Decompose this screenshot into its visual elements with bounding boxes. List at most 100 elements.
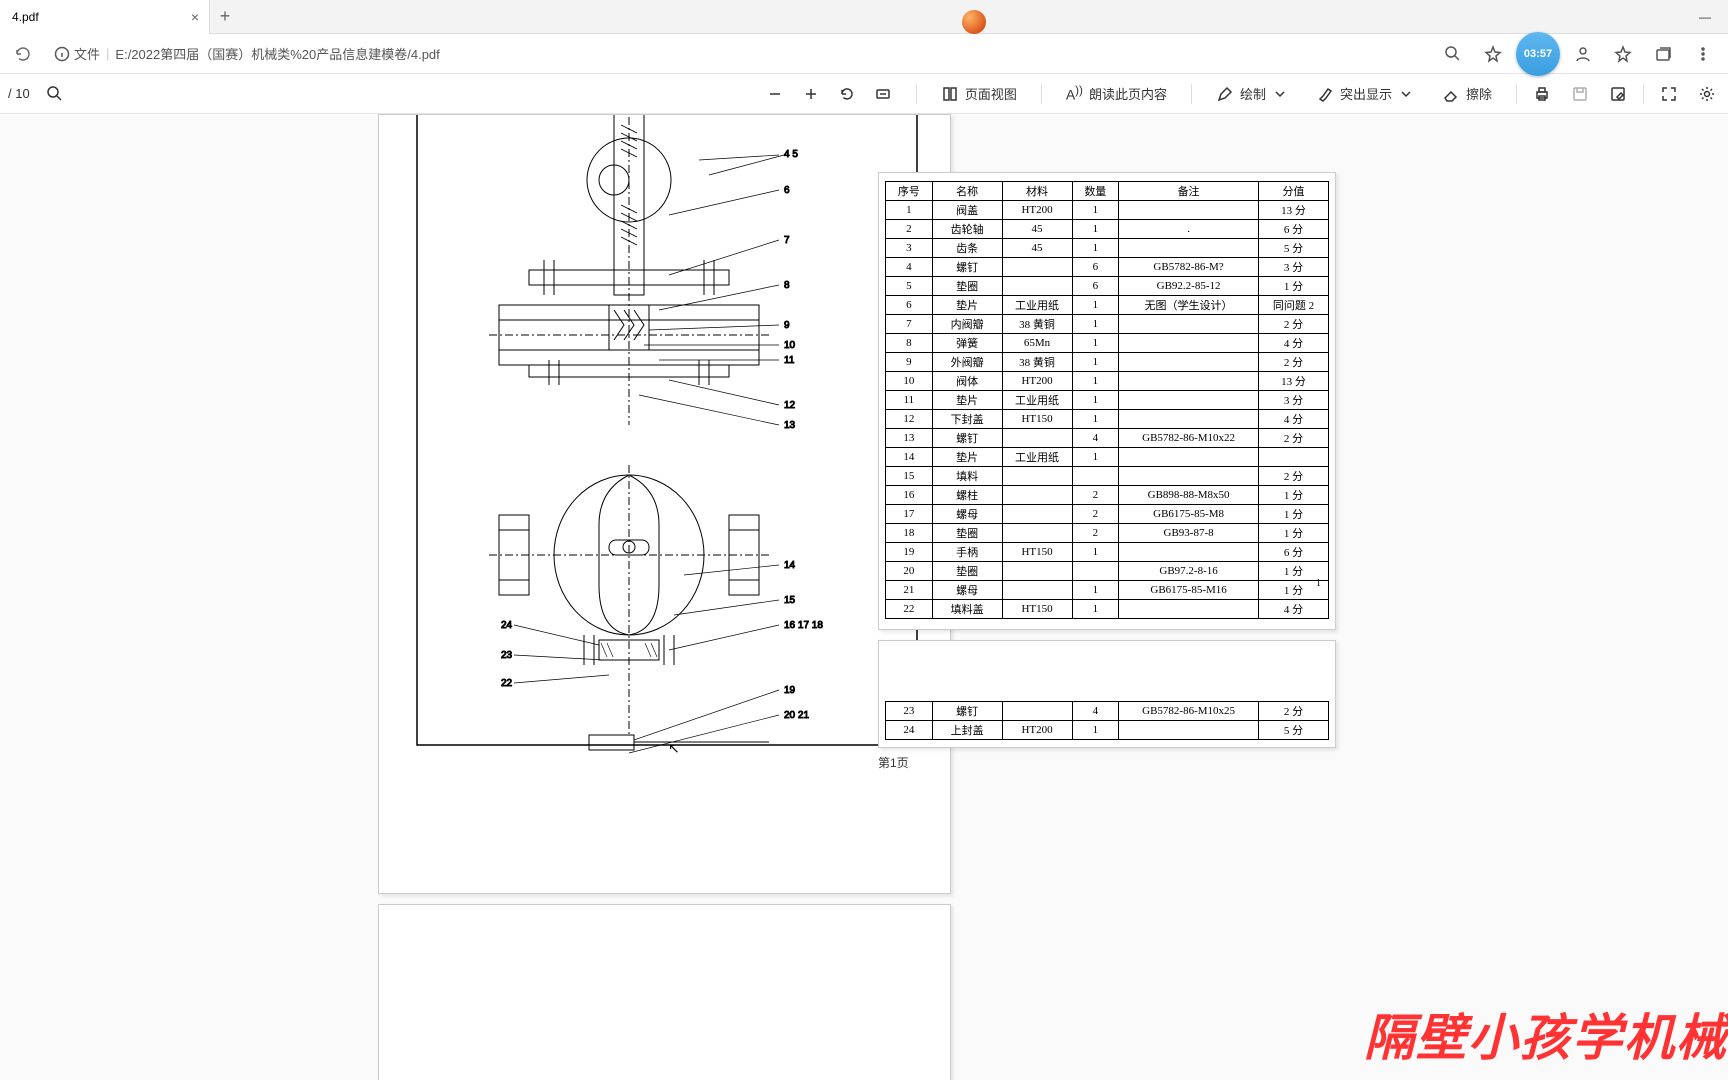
collections-button[interactable] [1646,37,1680,71]
page-label: 第1页 [878,754,909,771]
find-button[interactable] [42,74,68,114]
minus-icon [766,85,784,103]
person-icon [1574,45,1592,63]
table-row: 3齿条4515 分 [886,239,1329,258]
zoom-out-button[interactable] [762,74,788,114]
plus-icon [802,85,820,103]
refresh-icon [14,45,32,63]
table-row: 7内阀瓣38 黄铜12 分 [886,315,1329,334]
save-button[interactable] [1567,74,1593,114]
gear-icon [1698,85,1716,103]
svg-text:23: 23 [501,650,513,661]
draw-label: 绘制 [1240,84,1266,103]
address-bar: 文件 | E:/2022第四届（国赛）机械类%20产品信息建模卷/4.pdf 0… [0,34,1728,74]
erase-button[interactable]: 擦除 [1438,74,1496,114]
svg-text:7: 7 [784,235,790,246]
window-controls: — [1682,0,1728,34]
account-button[interactable] [1566,37,1600,71]
table-row: 20垫圈GB97.2-8-161 分 [886,562,1329,581]
table-row: 21螺母1GB6175-85-M161 分 [886,581,1329,600]
bom-header: 数量 [1072,182,1119,201]
url-label: 文件 [74,44,100,63]
pdf-toolbar: / 10 页面视图 A)) 朗读此页内容 绘制 突出显示 [0,74,1728,114]
favorites-button[interactable] [1606,37,1640,71]
cursor-icon: ↖ [668,740,680,757]
pdf-viewer[interactable]: 4 5 6 7 8 9 10 11 12 13 [0,114,1728,1080]
svg-text:19: 19 [784,685,796,696]
table-row: 2齿轮轴451.6 分 [886,220,1329,239]
svg-text:9: 9 [784,320,790,331]
bom-table: 序号名称材料数量备注分值 1阀盖HT200113 分2齿轮轴451.6 分3齿条… [885,181,1329,619]
tab-title: 4.pdf [12,10,39,24]
menu-button[interactable] [1686,37,1720,71]
browser-tab[interactable]: 4.pdf × [0,0,210,34]
rotate-icon [838,85,856,103]
table-row: 23螺钉4GB5782-86-M10x252 分 [886,702,1329,721]
page-view-button[interactable]: 页面视图 [937,74,1021,114]
fullscreen-button[interactable] [1656,74,1682,114]
minimize-button[interactable]: — [1682,0,1728,34]
draw-button[interactable]: 绘制 [1212,74,1292,114]
url-field[interactable]: 文件 | E:/2022第四届（国赛）机械类%20产品信息建模卷/4.pdf [44,38,1430,70]
clock-time: 03:57 [1524,48,1552,60]
bom-header: 序号 [886,182,933,201]
table-row: 8弹簧65Mn14 分 [886,334,1329,353]
svg-text:24: 24 [501,620,513,631]
dots-icon [1694,45,1712,63]
table-row: 5垫圈6GB92.2-85-121 分 [886,277,1329,296]
table-row: 14垫片工业用纸1 [886,448,1329,467]
table-row: 11垫片工业用纸13 分 [886,391,1329,410]
zoom-button[interactable] [1436,37,1470,71]
page-count: / 10 [8,86,30,101]
pdf-page-1: 4 5 6 7 8 9 10 11 12 13 [378,114,951,894]
search-icon [1444,45,1462,63]
bom-panel-2: 23螺钉4GB5782-86-M10x252 分24上封盖HT20015 分 [878,640,1336,748]
rotate-button[interactable] [834,74,860,114]
print-icon [1533,85,1551,103]
print-button[interactable] [1529,74,1555,114]
info-icon [54,46,70,62]
table-row: 9外阀瓣38 黄铜12 分 [886,353,1329,372]
table-row: 6垫片工业用纸1无图（学生设计）同问题 2 [886,296,1329,315]
table-row: 18垫圈2GB93-87-81 分 [886,524,1329,543]
fit-button[interactable] [870,74,896,114]
page-view-icon [941,85,959,103]
zoom-in-button[interactable] [798,74,824,114]
search-icon [46,85,64,103]
highlight-button[interactable]: 突出显示 [1312,74,1418,114]
favorite-button[interactable] [1476,37,1510,71]
highlighter-icon [1316,85,1334,103]
table-row: 10阀体HT200113 分 [886,372,1329,391]
bom-table-2: 23螺钉4GB5782-86-M10x252 分24上封盖HT20015 分 [885,701,1329,740]
new-tab-button[interactable]: + [210,6,240,27]
svg-text:20 21: 20 21 [784,710,809,721]
bom-header: 材料 [1002,182,1072,201]
svg-text:22: 22 [501,678,513,689]
tab-bar: 4.pdf × + — [0,0,1728,34]
table-row: 13螺钉4GB5782-86-M10x222 分 [886,429,1329,448]
svg-text:4 5: 4 5 [784,149,798,160]
table-row: 19手柄HT15016 分 [886,543,1329,562]
notification-icon[interactable] [962,10,986,34]
svg-text:12: 12 [784,400,796,411]
refresh-button[interactable] [8,39,38,69]
close-tab-icon[interactable]: × [191,9,199,25]
page-view-label: 页面视图 [965,84,1017,103]
svg-text:8: 8 [784,280,790,291]
bom-header: 分值 [1259,182,1329,201]
clock-widget[interactable]: 03:57 [1516,32,1560,76]
table-row: 12下封盖HT15014 分 [886,410,1329,429]
read-aloud-button[interactable]: A)) 朗读此页内容 [1062,74,1171,114]
settings-button[interactable] [1694,74,1720,114]
eraser-icon [1442,85,1460,103]
fit-icon [874,85,892,103]
svg-text:6: 6 [784,185,790,196]
table-row: 22填料盖HT15014 分 [886,600,1329,619]
bom-header: 备注 [1119,182,1259,201]
erase-label: 擦除 [1466,84,1492,103]
file-badge: 文件 [54,44,100,63]
collections-icon [1654,45,1672,63]
svg-text:14: 14 [784,560,796,571]
saveas-button[interactable] [1605,74,1631,114]
read-aloud-icon: A)) [1066,84,1083,103]
